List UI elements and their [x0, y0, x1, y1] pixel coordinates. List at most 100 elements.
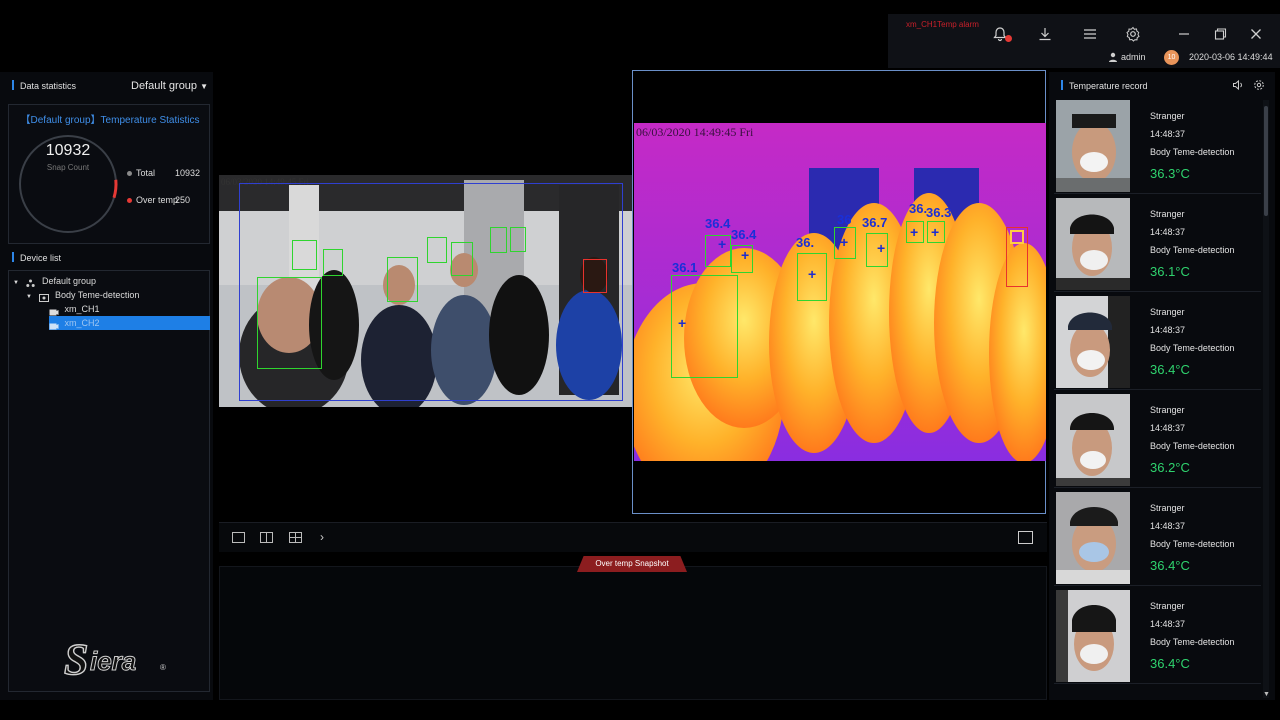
record-type: Body Teme-detection [1150, 147, 1235, 157]
camera-icon [49, 320, 59, 330]
record-name: Stranger [1150, 601, 1185, 611]
crosshair-icon: + [840, 234, 849, 250]
svg-text:S: S [64, 635, 88, 684]
face-box [323, 249, 343, 276]
record-thumbnail [1056, 198, 1130, 290]
bell-icon[interactable] [991, 25, 1012, 43]
alarm-hotspot [1010, 230, 1024, 244]
record-time: 14:48:37 [1150, 325, 1186, 335]
record-temperature: 36.4°C [1150, 362, 1190, 377]
crosshair-icon: + [877, 240, 886, 256]
top-bar: xm_CH1Temp alarm admin 10 2020-03-06 14:… [888, 14, 1280, 68]
temp-label: 36.3 [926, 205, 952, 220]
record-thumbnail [1056, 492, 1130, 584]
stats-title: 【Default group】Temperature Statistics [20, 115, 200, 126]
record-name: Stranger [1150, 111, 1185, 121]
temp-label: 36. [909, 201, 928, 216]
avatar: 10 [1164, 50, 1179, 65]
gear-icon[interactable] [1124, 25, 1142, 43]
section-marker [12, 252, 14, 262]
record-card[interactable]: Stranger 14:48:37 Body Teme-detection 36… [1054, 198, 1261, 292]
left-panel: Data statistics Default group ▼ 【Default… [0, 72, 213, 700]
tree-item-xm-ch1[interactable]: xm_CH1 [49, 302, 209, 316]
layout-4-button[interactable] [289, 532, 302, 543]
record-name: Stranger [1150, 503, 1185, 513]
face-box [257, 277, 322, 369]
section-title: Data statistics [20, 81, 77, 91]
layout-1-button[interactable] [232, 532, 245, 543]
scroll-down-icon[interactable]: ▼ [1263, 691, 1270, 698]
over-temp-snapshot-tab[interactable]: Over temp Snapshot [577, 556, 687, 572]
temperature-statistics-panel: 【Default group】Temperature Statistics 10… [8, 104, 210, 244]
record-card[interactable]: Stranger 14:48:37 Body Teme-detection 36… [1054, 296, 1261, 390]
minimize-icon[interactable] [1175, 25, 1193, 43]
record-thumbnail [1056, 100, 1130, 192]
crosshair-icon: + [808, 266, 817, 282]
record-name: Stranger [1150, 405, 1185, 415]
record-scrollbar[interactable]: ▼ [1263, 100, 1270, 698]
record-time: 14:48:37 [1150, 619, 1186, 629]
thermal-camera-view[interactable]: 06/03/2020 14:49:45 Fri + 36.1 + 36.4 + … [632, 70, 1046, 514]
siera-logo: S iera ® [64, 634, 166, 684]
download-icon[interactable] [1036, 25, 1054, 43]
section-title: Temperature record [1069, 81, 1148, 91]
notification-badge [1005, 35, 1012, 42]
caret-down-icon: ▼ [200, 82, 209, 91]
record-card[interactable]: Stranger 14:48:37 Body Teme-detection 36… [1054, 100, 1261, 194]
record-card[interactable]: Stranger 14:48:37 Body Teme-detection 36… [1054, 590, 1261, 684]
gear-icon[interactable] [1253, 79, 1265, 93]
record-type: Body Teme-detection [1150, 637, 1235, 647]
svg-text:iera: iera [90, 646, 136, 676]
alarm-face-box [583, 259, 607, 293]
section-marker [12, 80, 14, 90]
temp-label: 36.4 [731, 227, 757, 242]
user-name[interactable]: admin [1121, 52, 1146, 62]
device-list-header: Device list [0, 246, 213, 268]
tree-item-default-group[interactable]: ▼ Default group [13, 274, 96, 288]
view-toolbar: › [219, 522, 1047, 552]
visible-camera-view[interactable]: 06/03/2020 14:49:45 Fri [219, 175, 632, 407]
alarm-notice[interactable]: xm_CH1Temp alarm [906, 20, 979, 29]
record-thumbnail [1056, 394, 1130, 486]
menu-icon[interactable] [1081, 25, 1099, 43]
temp-label: 36 [837, 212, 852, 227]
crosshair-icon: + [910, 224, 919, 240]
record-card[interactable]: Stranger 14:48:37 Body Teme-detection 36… [1054, 492, 1261, 586]
record-thumbnail [1056, 590, 1130, 682]
record-type: Body Teme-detection [1150, 441, 1235, 451]
speaker-icon[interactable] [1232, 79, 1244, 93]
close-icon[interactable] [1247, 25, 1265, 43]
chevron-right-icon[interactable]: › [320, 530, 324, 544]
record-time: 14:48:37 [1150, 227, 1186, 237]
temperature-record-panel: Temperature record Stranger 14:48:37 Bod… [1049, 72, 1275, 700]
record-time: 14:48:37 [1150, 521, 1186, 531]
total-value: 10932 [175, 168, 201, 178]
group-icon [26, 278, 36, 288]
record-name: Stranger [1150, 209, 1185, 219]
temp-label: 36.7 [862, 215, 888, 230]
scrollbar-thumb[interactable] [1264, 106, 1268, 216]
over-temp-legend: Over temp [127, 195, 178, 205]
layout-2-button[interactable] [260, 532, 273, 543]
crosshair-icon: + [931, 224, 940, 240]
group-select[interactable]: Default group ▼ [131, 80, 208, 92]
record-card[interactable]: Stranger 14:48:37 Body Teme-detection 36… [1054, 394, 1261, 488]
section-title: Device list [20, 253, 62, 263]
restore-icon[interactable] [1211, 25, 1229, 43]
face-box [427, 237, 447, 263]
tree-item-xm-ch2[interactable]: xm_CH2 [49, 316, 210, 330]
record-temperature: 36.2°C [1150, 460, 1190, 475]
record-temperature: 36.1°C [1150, 264, 1190, 279]
camera-icon [49, 306, 59, 316]
current-datetime: 2020-03-06 14:49:44 [1189, 52, 1273, 62]
temp-label: 36.4 [705, 216, 731, 231]
fullscreen-icon[interactable] [1018, 531, 1033, 544]
record-temperature: 36.4°C [1150, 656, 1190, 671]
video-area: 06/03/2020 14:49:45 Fri 06/03/2020 14:49… [219, 70, 1047, 515]
face-box [510, 227, 526, 252]
face-box [490, 227, 507, 253]
svg-text:®: ® [160, 663, 166, 672]
record-time: 14:48:37 [1150, 423, 1186, 433]
tree-item-device[interactable]: ▼ Body Teme-detection [26, 288, 139, 303]
crosshair-icon: + [741, 247, 750, 263]
